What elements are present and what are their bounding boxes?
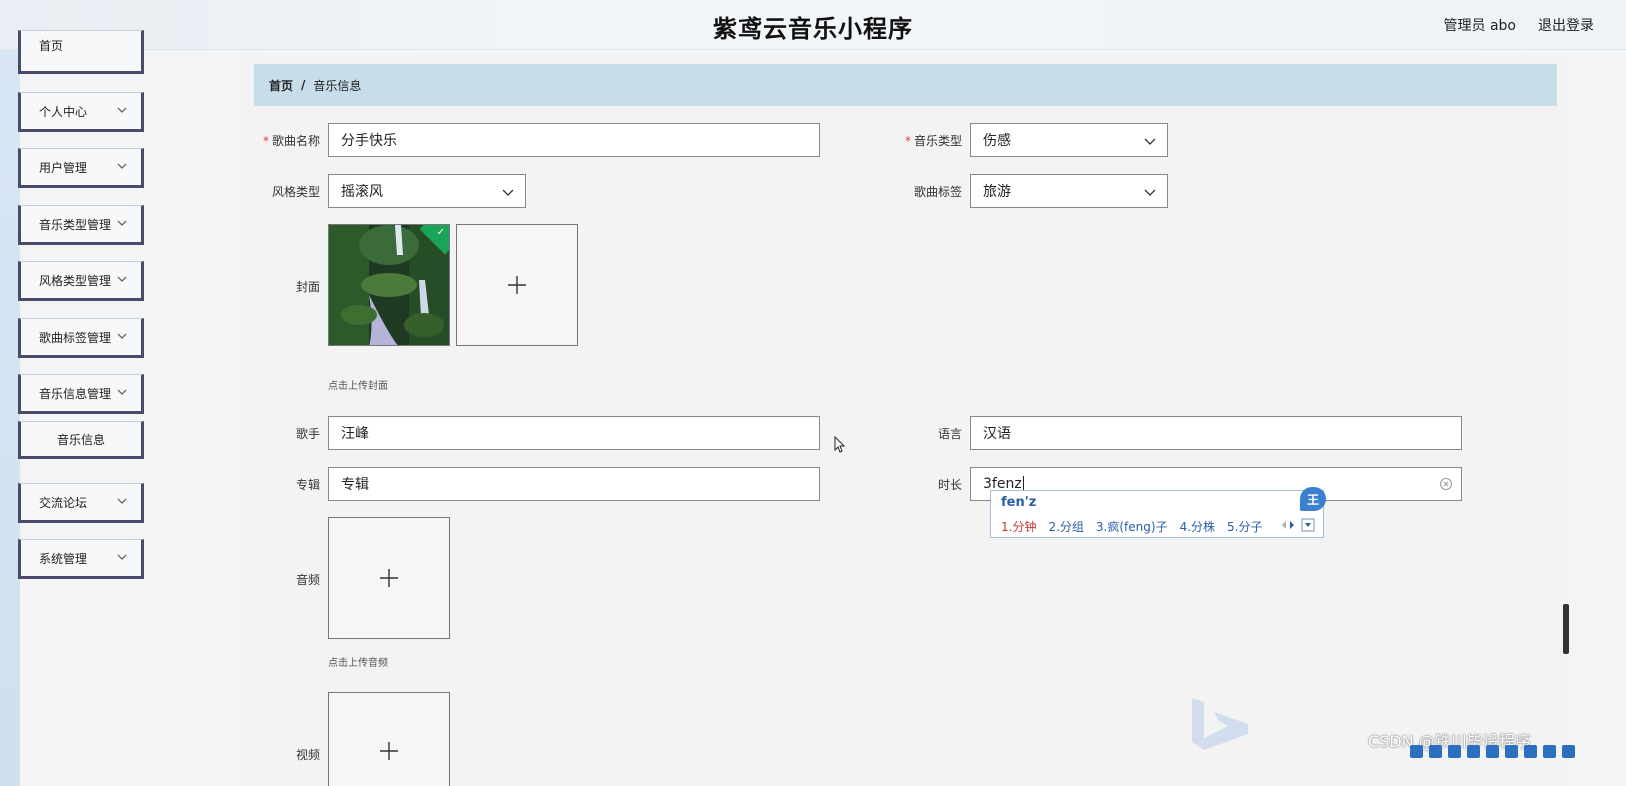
duration-label: 时长	[937, 478, 962, 492]
clear-icon[interactable]	[1439, 477, 1453, 491]
sidebar-item-label: 歌曲标签管理	[39, 330, 112, 345]
chevron-down-icon	[117, 333, 127, 339]
chevron-down-icon	[502, 189, 514, 196]
sidebar-item-label: 风格类型管理	[39, 273, 112, 288]
singer-label: 歌手	[295, 427, 320, 441]
music-type-label: * 音乐类型	[904, 134, 962, 148]
song-tag-label: 歌曲标签	[913, 185, 962, 199]
album-input[interactable]: 专辑	[328, 467, 820, 501]
ime-candidate-window: fen'z 1.分钟 2.分组 3.疯(feng)子 4.分株 5.分子	[990, 490, 1324, 538]
chevron-down-icon	[1144, 138, 1156, 145]
sidebar-item-system-management[interactable]: 系统管理	[18, 539, 144, 579]
ime-candidate[interactable]: 1.分钟	[1001, 518, 1036, 535]
song-tag-select[interactable]: 旅游	[970, 174, 1168, 208]
video-upload-button[interactable]	[328, 692, 450, 786]
video-label: 视频	[295, 748, 320, 762]
audio-label: 音频	[295, 573, 320, 587]
song-name-input[interactable]: 分手快乐	[328, 123, 820, 157]
check-icon: ✓	[436, 227, 445, 238]
plus-icon	[380, 569, 398, 587]
ime-composition: fen'z	[1001, 495, 1037, 510]
ime-tool-icon[interactable]	[1524, 744, 1537, 758]
ime-tool-icon[interactable]	[1562, 744, 1575, 758]
ime-toolbar	[1410, 744, 1626, 758]
sidebar-item-label: 音乐类型管理	[39, 217, 112, 232]
sidebar-item-music-type-management[interactable]: 音乐类型管理	[18, 205, 144, 245]
singer-input[interactable]: 汪峰	[328, 416, 820, 450]
chevron-down-icon	[117, 498, 127, 504]
breadcrumb: 首页 / 音乐信息	[254, 64, 1557, 106]
sidebar-item-personal-center[interactable]: 个人中心	[18, 92, 144, 132]
ime-logo-icon: 王	[1300, 487, 1326, 511]
chevron-down-icon	[117, 389, 127, 395]
chevron-down-icon	[117, 276, 127, 282]
plus-icon	[380, 742, 398, 760]
ime-candidate[interactable]: 2.分组	[1048, 518, 1083, 535]
language-input[interactable]: 汉语	[970, 416, 1462, 450]
waterfall-image	[329, 225, 449, 345]
style-type-label: 风格类型	[271, 185, 320, 199]
sidebar-item-label: 系统管理	[39, 551, 88, 566]
cover-thumbnail[interactable]: ✓	[328, 224, 450, 346]
app-header: 紫鸢云音乐小程序 管理员 abo 退出登录	[0, 0, 1626, 50]
ime-candidate[interactable]: 3.疯(feng)子	[1096, 518, 1168, 535]
language-label: 语言	[937, 427, 962, 441]
cover-label: 封面	[295, 280, 320, 294]
sidebar-subitem-label: 音乐信息	[56, 432, 105, 447]
style-type-select[interactable]: 摇滚风	[328, 174, 526, 208]
chevron-down-icon	[117, 107, 127, 113]
sidebar-item-label: 个人中心	[39, 104, 88, 119]
sidebar-subitem-music-info[interactable]: 音乐信息	[18, 421, 144, 459]
left-strip	[0, 50, 20, 786]
music-type-select[interactable]: 伤感	[970, 123, 1168, 157]
sidebar-item-style-type-management[interactable]: 风格类型管理	[18, 261, 144, 301]
ime-tool-icon[interactable]	[1429, 744, 1442, 758]
breadcrumb-home[interactable]: 首页	[269, 77, 293, 94]
sidebar-item-user-management[interactable]: 用户管理	[18, 148, 144, 188]
chevron-down-icon	[117, 220, 127, 226]
header-user-area: 管理员 abo 退出登录	[1444, 15, 1594, 35]
ime-tool-icon[interactable]	[1410, 744, 1423, 758]
ime-candidate[interactable]: 4.分株	[1180, 518, 1215, 535]
sidebar-item-label: 首页	[39, 39, 64, 53]
song-name-label: * 歌曲名称	[262, 134, 320, 148]
scrollbar-handle[interactable]	[1563, 604, 1569, 654]
ime-tool-icon[interactable]	[1505, 744, 1518, 758]
sidebar-item-label: 用户管理	[39, 160, 88, 175]
ime-tool-icon[interactable]	[1543, 744, 1556, 758]
sidebar-item-label: 音乐信息管理	[39, 386, 112, 401]
ime-tool-icon[interactable]	[1486, 744, 1499, 758]
sidebar-item-label: 交流论坛	[39, 495, 88, 510]
album-label: 专辑	[295, 478, 320, 492]
chevron-down-icon	[117, 554, 127, 560]
breadcrumb-separator: /	[301, 78, 306, 92]
sidebar-item-forum[interactable]: 交流论坛	[18, 483, 144, 523]
ime-candidates: 1.分钟 2.分组 3.疯(feng)子 4.分株 5.分子	[1001, 518, 1262, 535]
user-label: 管理员 abo	[1443, 18, 1516, 34]
chevron-down-icon	[117, 163, 127, 169]
sidebar-item-music-info-management[interactable]: 音乐信息管理	[18, 374, 144, 414]
audio-upload-button[interactable]	[328, 517, 450, 639]
app-title: 紫鸢云音乐小程序	[713, 15, 913, 43]
chevron-down-icon	[1144, 189, 1156, 196]
ime-candidate[interactable]: 5.分子	[1227, 518, 1262, 535]
breadcrumb-current: 音乐信息	[313, 78, 362, 93]
ime-tool-icon[interactable]	[1467, 744, 1480, 758]
mouse-cursor-icon	[834, 436, 846, 453]
cover-upload-button[interactable]	[456, 224, 578, 346]
cover-upload-hint: 点击上传封面	[328, 381, 388, 392]
sidebar-item-song-tag-management[interactable]: 歌曲标签管理	[18, 318, 144, 358]
ime-tool-icon[interactable]	[1448, 744, 1461, 758]
bing-logo-icon	[1192, 698, 1248, 750]
ime-page-nav-icon[interactable]	[1280, 518, 1320, 532]
plus-icon	[508, 276, 526, 294]
audio-upload-hint: 点击上传音频	[328, 658, 388, 669]
sidebar-item-home[interactable]: 首页	[18, 30, 144, 74]
logout-button[interactable]: 退出登录	[1538, 15, 1594, 35]
